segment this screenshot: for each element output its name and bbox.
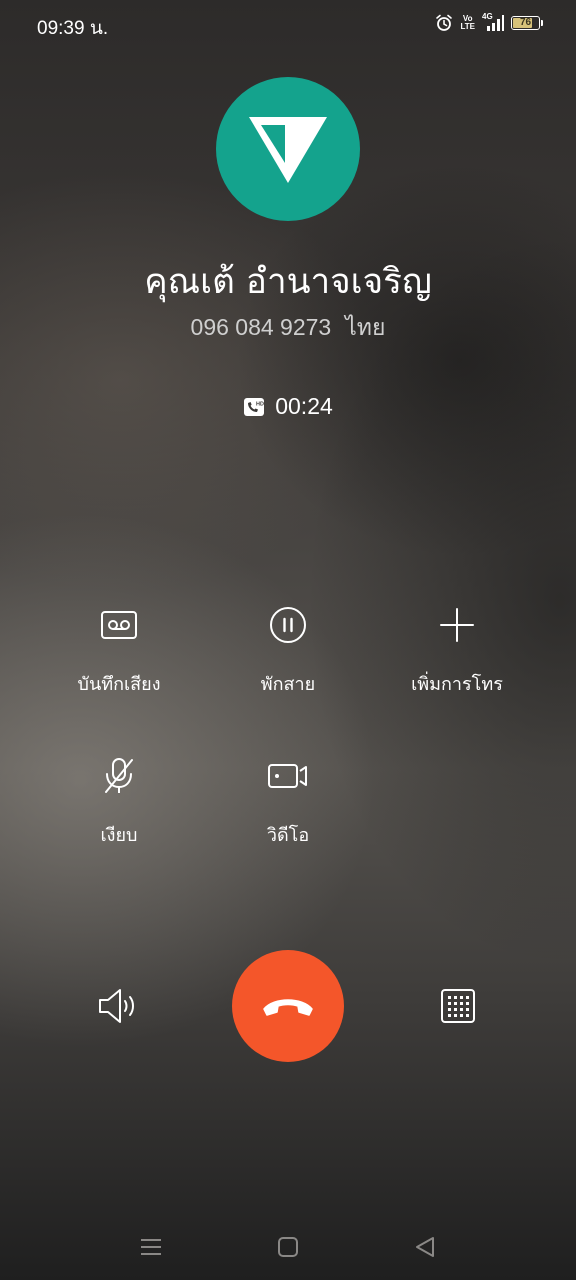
status-time: 09:39 น. (37, 18, 109, 39)
mute-icon (105, 758, 133, 793)
contact-number-line: 096 084 9273 ไทย (0, 310, 576, 346)
battery-icon: 76 (511, 16, 543, 30)
end-call-icon (263, 999, 313, 1016)
home-icon[interactable] (273, 1232, 303, 1262)
contact-name: คุณเต้ อำนาจเจริญ (144, 262, 432, 302)
status-icons: Vo LTE 4G 76 (435, 12, 543, 32)
record-label: บันทึกเสียง (77, 674, 161, 695)
battery-level: 76 (519, 17, 532, 28)
status-bar: 09:39 น. Vo LTE 4G 76 (0, 0, 576, 50)
video-button[interactable]: วิดีโอ (193, 754, 383, 849)
alarm-icon (436, 14, 453, 31)
contact-location: ไทย (345, 315, 386, 341)
mute-button[interactable]: เงียบ (24, 754, 214, 849)
menu-icon[interactable] (136, 1232, 166, 1262)
end-call-button[interactable] (232, 950, 344, 1062)
speaker-button[interactable] (94, 982, 142, 1030)
back-icon[interactable] (410, 1232, 440, 1262)
contact-number: 096 084 9273 (190, 314, 332, 340)
call-timer-row: HD 00:24 (0, 393, 576, 420)
signal-icon: 4G (482, 12, 504, 32)
hd-call-icon: HD (244, 397, 265, 416)
avatar-logo-icon (249, 117, 327, 183)
volte-icon: Vo LTE (460, 15, 475, 31)
record-icon (101, 611, 137, 639)
mute-label: เงียบ (100, 825, 138, 846)
hold-button[interactable]: พักสาย (193, 603, 383, 698)
video-label: วิดีโอ (266, 825, 310, 846)
pause-icon (270, 607, 306, 643)
svg-text:HD: HD (256, 401, 264, 407)
keypad-icon (441, 989, 475, 1023)
speaker-icon (99, 989, 134, 1023)
add-call-label: เพิ่มการโทร (411, 674, 503, 695)
volte-bottom: LTE (460, 22, 475, 31)
video-icon (268, 764, 307, 788)
add-call-icon (440, 608, 474, 642)
add-call-button[interactable]: เพิ่มการโทร (362, 603, 552, 698)
hold-label: พักสาย (260, 674, 316, 695)
contact-avatar (216, 77, 360, 221)
record-button[interactable]: บันทึกเสียง (24, 603, 214, 698)
keypad-button[interactable] (434, 982, 482, 1030)
call-duration: 00:24 (275, 393, 333, 419)
navigation-bar (0, 1212, 576, 1280)
